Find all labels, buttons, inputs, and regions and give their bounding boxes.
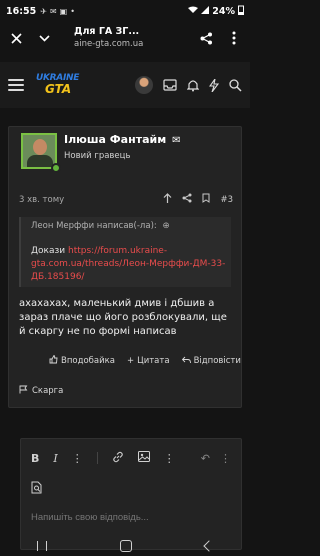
more-options-icon[interactable]: ⋮	[164, 452, 175, 465]
status-right: 24%	[188, 5, 244, 18]
page-title: Для ГА ЗГ...	[74, 26, 140, 37]
quote-block: Леон Мерффи написав(-ла): ⊕ Докази https…	[19, 217, 231, 287]
share-icon[interactable]	[182, 193, 192, 206]
more-vertical-icon	[232, 31, 236, 45]
editor-toolbar: B I ⋮ ⋮ ↶ ⋮	[31, 449, 231, 467]
post-actions: Вподобайка + Цитата Відповісти	[49, 354, 241, 367]
close-tab-button[interactable]	[6, 28, 26, 48]
share-icon	[200, 32, 212, 44]
author-title: Новий гравець	[64, 151, 131, 161]
preview-toggle[interactable]	[31, 479, 43, 498]
post-time[interactable]: 3 хв. тому	[19, 195, 64, 205]
dot-icon: •	[70, 6, 75, 16]
more-vertical-icon[interactable]: ⋮	[220, 452, 231, 465]
post-body: ахахахах, маленький дмив і дбшив а зараз…	[19, 298, 227, 337]
post-author	[21, 133, 61, 173]
inbox-icon[interactable]	[163, 79, 177, 91]
arrow-up-icon[interactable]	[163, 193, 172, 206]
flag-icon	[19, 385, 28, 397]
plus-icon: +	[126, 356, 135, 366]
thumbs-up-icon	[49, 354, 58, 367]
online-indicator	[51, 163, 61, 173]
close-icon	[10, 32, 22, 44]
toolbar-divider	[96, 452, 98, 464]
quote-header[interactable]: Леон Мерффи написав(-ла): ⊕	[31, 221, 170, 231]
wifi-icon	[188, 6, 199, 17]
share-button[interactable]	[196, 28, 216, 48]
arrow-up-circle-icon[interactable]: ⊕	[162, 221, 169, 231]
image-icon[interactable]	[137, 451, 150, 465]
reply-input[interactable]	[31, 507, 231, 527]
reply-button[interactable]: Відповісти	[181, 355, 241, 367]
reply-icon	[181, 356, 191, 367]
browser-menu-button[interactable]	[224, 28, 244, 48]
preview-icon	[31, 479, 43, 498]
reply-editor: B I ⋮ ⋮ ↶ ⋮	[20, 438, 242, 550]
notification-icons: ✈ ✉ ▣ •	[40, 7, 75, 16]
message-icon: ✉	[49, 6, 57, 16]
battery-icon	[238, 5, 244, 18]
message-icon[interactable]: ✉	[172, 135, 180, 146]
undo-icon[interactable]: ↶	[201, 452, 210, 465]
bell-icon[interactable]	[187, 79, 199, 92]
like-button[interactable]: Вподобайка	[49, 354, 115, 367]
status-bar: 16:55 ✈ ✉ ▣ • 24%	[0, 0, 250, 22]
header-actions	[135, 76, 242, 94]
search-icon[interactable]	[229, 78, 242, 92]
page-url: aine-gta.com.ua	[74, 39, 144, 49]
browser-bar: Для ГА ЗГ... aine-gta.com.ua	[0, 22, 250, 54]
bookmark-icon[interactable]	[202, 193, 210, 206]
status-time: 16:55	[6, 5, 37, 17]
author-name[interactable]: Ілюша Фантайм	[64, 133, 166, 146]
expand-button[interactable]	[34, 28, 54, 48]
home-icon[interactable]	[119, 540, 132, 552]
site-logo[interactable]: UKRAINE GTA	[36, 71, 79, 99]
chevron-down-icon	[38, 34, 50, 42]
address-area[interactable]: Для ГА ЗГ... aine-gta.com.ua	[74, 26, 190, 50]
signal-icon	[201, 5, 210, 17]
link-icon[interactable]	[112, 451, 124, 466]
quote-content: Докази https://forum.ukraine-gta.com.ua/…	[31, 245, 227, 284]
site-header: UKRAINE GTA	[0, 62, 250, 108]
forum-post: Ілюша Фантайм ✉ Новий гравець 3 хв. тому…	[8, 126, 242, 408]
user-avatar[interactable]	[135, 76, 153, 94]
proof-label: Докази	[31, 246, 66, 256]
image-icon: ▣	[59, 6, 68, 16]
system-nav-bar	[0, 536, 250, 556]
more-horizontal-icon[interactable]: ⋮	[72, 452, 83, 465]
menu-icon[interactable]	[8, 79, 24, 91]
logo-bottom-text: GTA	[45, 82, 72, 96]
quote-button[interactable]: + Цитата	[127, 355, 170, 367]
author-name-row[interactable]: Ілюша Фантайм ✉	[64, 133, 180, 146]
report-button[interactable]: Скарга	[19, 385, 63, 397]
italic-icon[interactable]: I	[53, 452, 57, 465]
battery-level: 24%	[212, 5, 235, 17]
post-meta: 3 хв. тому #3	[19, 193, 233, 206]
telegram-icon: ✈	[40, 6, 47, 16]
bold-icon[interactable]: B	[31, 452, 39, 465]
recent-apps-icon[interactable]	[36, 541, 47, 551]
lightning-icon[interactable]	[209, 78, 219, 92]
back-icon[interactable]	[203, 540, 215, 552]
post-number[interactable]: #3	[220, 195, 233, 205]
